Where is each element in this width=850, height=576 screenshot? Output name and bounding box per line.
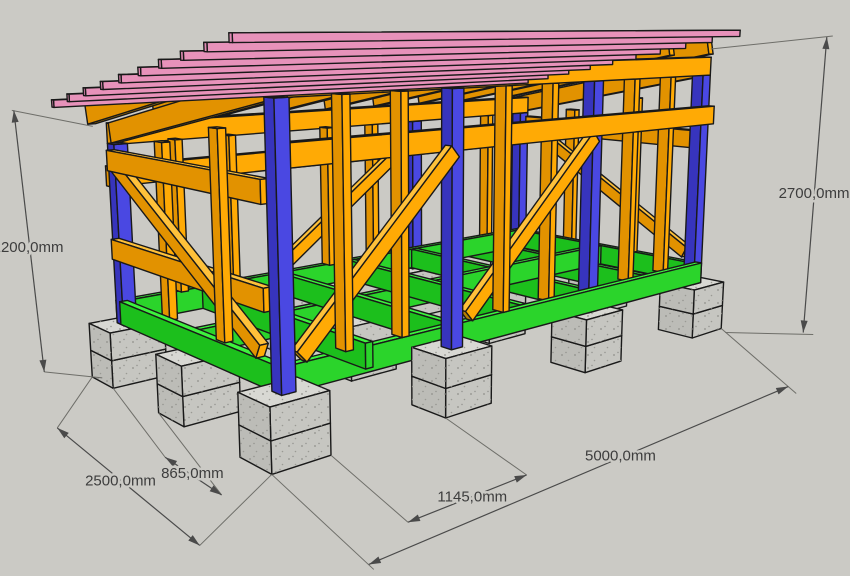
extension-line: [331, 455, 408, 522]
extension-line: [725, 333, 813, 335]
extension-line: [272, 474, 374, 569]
dimension-label-wall_low: 2200,0mm: [0, 239, 63, 256]
extension-line: [200, 474, 272, 545]
dimension-arrow: [369, 557, 381, 565]
dimension-arrow: [39, 360, 46, 372]
extension-line: [721, 329, 796, 394]
dimension-label-width: 2500,0mm: [85, 473, 156, 490]
dimension-arrow: [408, 515, 420, 523]
dimension-label-length: 5000,0mm: [585, 448, 656, 465]
dimension-arrow: [822, 37, 829, 49]
dimension-label-pier_gap_side: 865,0mm: [161, 465, 224, 482]
stud-front: [493, 85, 512, 313]
dimension-label-wall_high: 2700,0mm: [779, 185, 850, 202]
extension-line: [12, 110, 93, 126]
shed-frame-drawing: 2200,0mm 2700,0mm 2500,0mm 865,0mm 1145,0mm 5…: [0, 0, 850, 576]
post-front: [441, 87, 464, 349]
dimension-arrow: [776, 387, 788, 395]
extension-line: [711, 36, 833, 49]
model-viewport[interactable]: 2200,0mm 2700,0mm 2500,0mm 865,0mm 1145,0mm 5…: [0, 0, 850, 576]
extension-line: [57, 377, 92, 428]
stud-front: [332, 93, 354, 352]
dimension-label-pier_gap_front: 1145,0mm: [437, 489, 507, 506]
dimension-arrow: [801, 320, 808, 332]
dimension-arrow: [514, 475, 526, 483]
dimension-arrow: [12, 110, 19, 122]
extension-line: [446, 418, 527, 475]
